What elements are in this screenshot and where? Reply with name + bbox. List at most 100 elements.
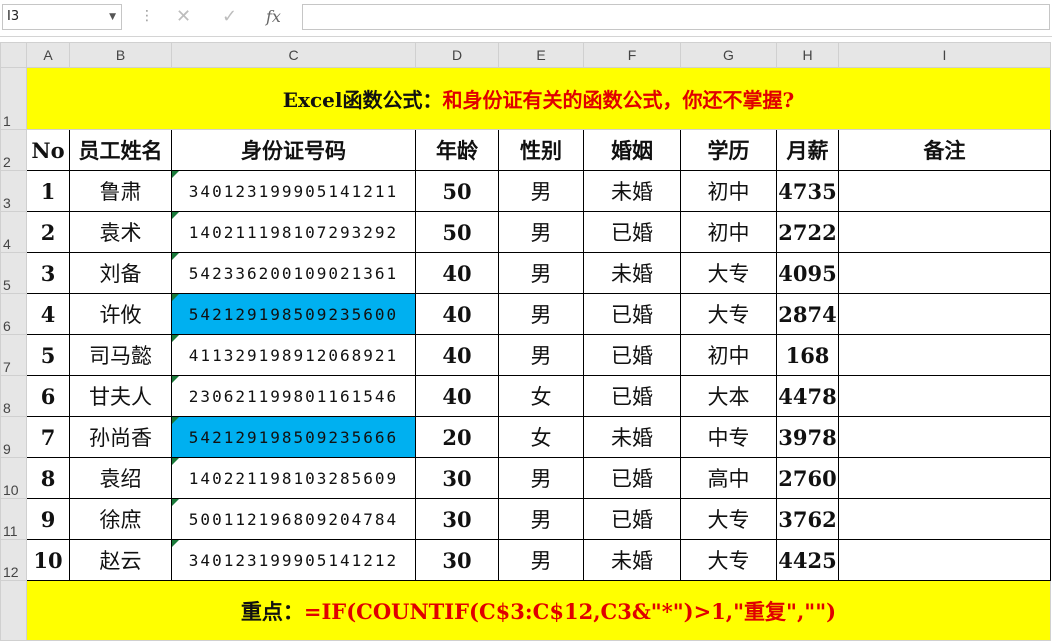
row-header[interactable]: 12 <box>0 539 27 581</box>
cell-note[interactable] <box>838 457 1051 499</box>
cell-education[interactable]: 大专 <box>680 252 777 294</box>
cell-no[interactable]: 8 <box>26 457 70 499</box>
cell-id-number[interactable]: 230621199801161546 <box>171 375 416 417</box>
cell-no[interactable]: 2 <box>26 211 70 253</box>
cell-id-number[interactable]: 411329198912068921 <box>171 334 416 376</box>
cell-no[interactable]: 1 <box>26 170 70 212</box>
cell-id-number[interactable]: 500112196809204784 <box>171 498 416 540</box>
column-header-i[interactable]: I <box>838 42 1051 68</box>
cell-name[interactable]: 赵云 <box>69 539 172 581</box>
cell-education[interactable]: 大专 <box>680 498 777 540</box>
cell-age[interactable]: 40 <box>415 293 499 335</box>
select-all-corner[interactable] <box>0 42 27 68</box>
cell-note[interactable] <box>838 416 1051 458</box>
header-no[interactable]: No <box>26 129 70 171</box>
title-cell[interactable]: Excel函数公式：和身份证有关的函数公式，你还不掌握? <box>26 67 1051 130</box>
cell-age[interactable]: 50 <box>415 170 499 212</box>
cell-id-number[interactable]: 140211198107293292 <box>171 211 416 253</box>
cell-no[interactable]: 10 <box>26 539 70 581</box>
cell-note[interactable] <box>838 252 1051 294</box>
header-salary[interactable]: 月薪 <box>776 129 839 171</box>
cell-salary[interactable]: 2760 <box>776 457 839 499</box>
header-name[interactable]: 员工姓名 <box>69 129 172 171</box>
row-header[interactable]: 6 <box>0 293 27 335</box>
cell-note[interactable] <box>838 170 1051 212</box>
cell-gender[interactable]: 男 <box>498 334 584 376</box>
column-header-g[interactable]: G <box>680 42 777 68</box>
formula-input[interactable] <box>302 4 1050 30</box>
row-header[interactable]: 9 <box>0 416 27 458</box>
cell-marriage[interactable]: 未婚 <box>583 170 681 212</box>
confirm-icon[interactable]: ✓ <box>222 6 237 27</box>
column-header-h[interactable]: H <box>776 42 839 68</box>
cell-salary[interactable]: 4095 <box>776 252 839 294</box>
cell-education[interactable]: 大本 <box>680 375 777 417</box>
cell-id-number[interactable]: 542336200109021361 <box>171 252 416 294</box>
cell-name[interactable]: 甘夫人 <box>69 375 172 417</box>
cell-salary[interactable]: 2722 <box>776 211 839 253</box>
cell-note[interactable] <box>838 334 1051 376</box>
column-header-e[interactable]: E <box>498 42 584 68</box>
row-header[interactable]: 5 <box>0 252 27 294</box>
insert-function-icon[interactable]: fx <box>266 7 281 26</box>
row-header-13[interactable] <box>0 580 27 641</box>
cell-education[interactable]: 初中 <box>680 334 777 376</box>
row-header[interactable]: 11 <box>0 498 27 540</box>
header-gender[interactable]: 性别 <box>498 129 584 171</box>
cell-age[interactable]: 40 <box>415 375 499 417</box>
cell-id-number[interactable]: 340123199905141211 <box>171 170 416 212</box>
cell-note[interactable] <box>838 375 1051 417</box>
header-id[interactable]: 身份证号码 <box>171 129 416 171</box>
cell-education[interactable]: 初中 <box>680 211 777 253</box>
cell-gender[interactable]: 男 <box>498 293 584 335</box>
cell-gender[interactable]: 男 <box>498 170 584 212</box>
cell-education[interactable]: 高中 <box>680 457 777 499</box>
cell-education[interactable]: 初中 <box>680 170 777 212</box>
column-header-d[interactable]: D <box>415 42 499 68</box>
header-age[interactable]: 年龄 <box>415 129 499 171</box>
cell-education[interactable]: 大专 <box>680 539 777 581</box>
cell-name[interactable]: 鲁肃 <box>69 170 172 212</box>
cell-gender[interactable]: 男 <box>498 252 584 294</box>
cell-age[interactable]: 20 <box>415 416 499 458</box>
cell-marriage[interactable]: 已婚 <box>583 293 681 335</box>
row-header-2[interactable]: 2 <box>0 129 27 171</box>
row-header[interactable]: 7 <box>0 334 27 376</box>
cell-gender[interactable]: 女 <box>498 416 584 458</box>
cell-marriage[interactable]: 已婚 <box>583 211 681 253</box>
cell-no[interactable]: 9 <box>26 498 70 540</box>
cell-note[interactable] <box>838 293 1051 335</box>
cell-name[interactable]: 司马懿 <box>69 334 172 376</box>
cell-name[interactable]: 袁绍 <box>69 457 172 499</box>
cell-id-number[interactable]: 340123199905141212 <box>171 539 416 581</box>
cell-no[interactable]: 3 <box>26 252 70 294</box>
header-marriage[interactable]: 婚姻 <box>583 129 681 171</box>
cell-note[interactable] <box>838 211 1051 253</box>
cell-id-number[interactable]: 140221198103285609 <box>171 457 416 499</box>
cell-marriage[interactable]: 未婚 <box>583 539 681 581</box>
cell-age[interactable]: 30 <box>415 498 499 540</box>
cell-no[interactable]: 4 <box>26 293 70 335</box>
header-note[interactable]: 备注 <box>838 129 1051 171</box>
cell-age[interactable]: 50 <box>415 211 499 253</box>
row-header[interactable]: 3 <box>0 170 27 212</box>
cell-note[interactable] <box>838 539 1051 581</box>
cell-marriage[interactable]: 已婚 <box>583 498 681 540</box>
row-header[interactable]: 10 <box>0 457 27 499</box>
cell-name[interactable]: 徐庶 <box>69 498 172 540</box>
cell-name[interactable]: 孙尚香 <box>69 416 172 458</box>
cell-name[interactable]: 许攸 <box>69 293 172 335</box>
cell-name[interactable]: 袁术 <box>69 211 172 253</box>
cell-salary[interactable]: 4478 <box>776 375 839 417</box>
cell-id-number[interactable]: 542129198509235666 <box>171 416 416 458</box>
name-box[interactable]: I3 ▼ <box>2 4 122 30</box>
cell-gender[interactable]: 男 <box>498 539 584 581</box>
cell-salary[interactable]: 3762 <box>776 498 839 540</box>
cell-name[interactable]: 刘备 <box>69 252 172 294</box>
header-education[interactable]: 学历 <box>680 129 777 171</box>
cell-age[interactable]: 40 <box>415 334 499 376</box>
column-header-f[interactable]: F <box>583 42 681 68</box>
cell-gender[interactable]: 女 <box>498 375 584 417</box>
cell-salary[interactable]: 4425 <box>776 539 839 581</box>
cell-age[interactable]: 40 <box>415 252 499 294</box>
